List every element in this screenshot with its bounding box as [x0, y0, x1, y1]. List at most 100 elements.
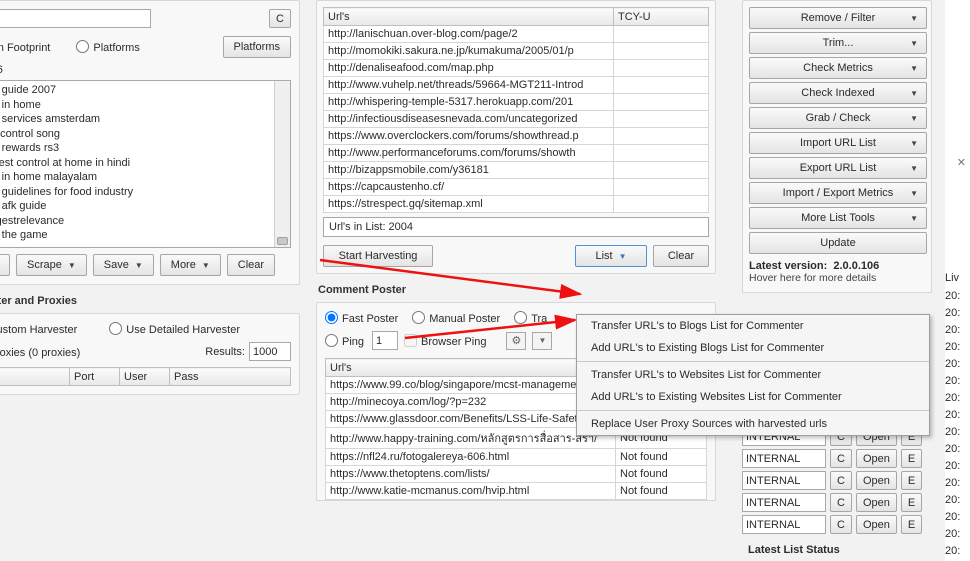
- results-input[interactable]: [249, 342, 291, 361]
- table-row[interactable]: http://infectiousdiseasesnevada.com/unca…: [324, 111, 709, 128]
- urls-table[interactable]: Url's TCY-U http://lanischuan.over-blog.…: [323, 7, 709, 213]
- keyword-item[interactable]: st control afk guide: [0, 199, 286, 214]
- use-proxies-radio[interactable]: Use Proxies (0 proxies): [0, 345, 80, 359]
- table-row[interactable]: http://www.performanceforums.com/forums/…: [324, 145, 709, 162]
- right-button-9[interactable]: Update: [749, 232, 927, 254]
- clear-urls-button[interactable]: Clear: [653, 245, 709, 267]
- platforms-radio[interactable]: Platforms: [76, 40, 139, 54]
- latest-version-label: Latest version: 2.0.0.106: [749, 260, 879, 272]
- ping-value-input[interactable]: [372, 331, 398, 350]
- platforms-button[interactable]: Platforms: [223, 36, 291, 58]
- right-button-2[interactable]: Check Metrics▼: [749, 57, 927, 79]
- table-row[interactable]: http://bizappsmobile.com/y36181: [324, 162, 709, 179]
- fast-poster-radio[interactable]: Fast Poster: [325, 311, 398, 325]
- keywords-list[interactable]: st control guide 2007st control in homes…: [0, 80, 291, 248]
- clear-keywords-button[interactable]: Clear: [227, 254, 275, 276]
- internal-e-button[interactable]: E: [901, 515, 922, 534]
- more-button[interactable]: More▼: [160, 254, 221, 276]
- proxy-table[interactable]: IP Port User Pass: [0, 367, 291, 386]
- internal-open-button[interactable]: Open: [856, 449, 897, 468]
- hover-details[interactable]: Hover here for more details: [749, 272, 876, 284]
- strip-row: 20:: [945, 290, 960, 302]
- internal-c-button[interactable]: C: [830, 471, 852, 490]
- table-row[interactable]: http://denaliseafood.com/map.php: [324, 60, 709, 77]
- table-row[interactable]: http://lanischuan.over-blog.com/page/2: [324, 26, 709, 43]
- footprint-input[interactable]: [0, 9, 151, 28]
- menu-add-websites[interactable]: Add URL's to Existing Websites List for …: [577, 386, 929, 408]
- proxy-port-header[interactable]: Port: [70, 368, 120, 386]
- start-harvesting-button[interactable]: Start Harvesting: [323, 245, 433, 267]
- proxy-user-header[interactable]: User: [120, 368, 170, 386]
- urls-col-header[interactable]: Url's: [324, 8, 614, 26]
- keyword-item[interactable]: ogle:suggestrelevance: [0, 214, 286, 229]
- table-row[interactable]: https://www.overclockers.com/forums/show…: [324, 128, 709, 145]
- close-icon[interactable]: ✕: [957, 156, 966, 169]
- right-button-1[interactable]: Trim...▼: [749, 32, 927, 54]
- internal-field[interactable]: [742, 515, 826, 534]
- manual-poster-radio[interactable]: Manual Poster: [412, 311, 500, 325]
- ping-radio[interactable]: Ping: [325, 334, 364, 348]
- strip-row: 20:: [945, 460, 960, 472]
- scrape-button[interactable]: Scrape▼: [16, 254, 87, 276]
- internal-c-button[interactable]: C: [830, 493, 852, 512]
- internal-c-button[interactable]: C: [830, 449, 852, 468]
- keyword-item[interactable]: st control rewards rs3: [0, 141, 286, 156]
- menu-transfer-websites[interactable]: Transfer URL's to Websites List for Comm…: [577, 364, 929, 386]
- internal-open-button[interactable]: Open: [856, 515, 897, 534]
- internal-e-button[interactable]: E: [901, 493, 922, 512]
- table-row[interactable]: http://www.katie-mcmanus.com/hvip.htmlNo…: [326, 483, 707, 500]
- scrollbar[interactable]: [274, 81, 290, 247]
- trackback-radio[interactable]: Tra: [514, 311, 547, 325]
- use-detailed-harvester-radio[interactable]: Use Detailed Harvester: [109, 322, 240, 336]
- right-button-8[interactable]: More List Tools▼: [749, 207, 927, 229]
- use-custom-harvester-radio[interactable]: Use Custom Harvester: [0, 322, 77, 336]
- proxy-ip-header[interactable]: IP: [0, 368, 70, 386]
- right-button-7[interactable]: Import / Export Metrics▼: [749, 182, 927, 204]
- internal-open-button[interactable]: Open: [856, 493, 897, 512]
- table-row[interactable]: https://capcaustenho.cf/: [324, 179, 709, 196]
- keyword-item[interactable]: st control the game: [0, 228, 286, 243]
- internal-open-button[interactable]: Open: [856, 471, 897, 490]
- right-button-4[interactable]: Grab / Check▼: [749, 107, 927, 129]
- menu-separator: [577, 410, 929, 411]
- right-button-6[interactable]: Export URL List▼: [749, 157, 927, 179]
- table-row[interactable]: http://momokiki.sakura.ne.jp/kumakuma/20…: [324, 43, 709, 60]
- menu-replace-proxy[interactable]: Replace User Proxy Sources with harveste…: [577, 413, 929, 435]
- keyword-item[interactable]: st control in home: [0, 98, 286, 113]
- internal-e-button[interactable]: E: [901, 471, 922, 490]
- right-button-5[interactable]: Import URL List▼: [749, 132, 927, 154]
- tcyu-col-header[interactable]: TCY-U: [614, 8, 709, 26]
- custom-footprint-radio[interactable]: Custom Footprint: [0, 40, 50, 54]
- table-row[interactable]: http://www.vuhelp.net/threads/59664-MGT2…: [324, 77, 709, 94]
- strip-row: 20:: [945, 324, 960, 336]
- internal-field[interactable]: [742, 493, 826, 512]
- strip-row: 20:: [945, 307, 960, 319]
- keyword-item[interactable]: st control services amsterdam: [0, 112, 286, 127]
- keywords-count: words: 126: [0, 64, 291, 76]
- internal-field[interactable]: [742, 449, 826, 468]
- keyword-item[interactable]: st control guidelines for food industry: [0, 185, 286, 200]
- poster-urls-header[interactable]: Url's: [326, 359, 616, 377]
- keyword-item[interactable]: ok's pest control song: [0, 127, 286, 142]
- list-dropdown-button[interactable]: List▼: [575, 245, 647, 267]
- keyword-item[interactable]: st control in home malayalam: [0, 170, 286, 185]
- c-button[interactable]: C: [269, 9, 291, 28]
- internal-c-button[interactable]: C: [830, 515, 852, 534]
- keyword-item[interactable]: w to do pest control at home in hindi: [0, 156, 286, 171]
- table-row[interactable]: https://www.thetoptens.com/lists/Not fou…: [326, 466, 707, 483]
- right-button-0[interactable]: Remove / Filter▼: [749, 7, 927, 29]
- proxy-pass-header[interactable]: Pass: [170, 368, 291, 386]
- import-button[interactable]: nport▼: [0, 254, 10, 276]
- right-button-3[interactable]: Check Indexed▼: [749, 82, 927, 104]
- internal-field[interactable]: [742, 471, 826, 490]
- table-row[interactable]: https://nfl24.ru/fotogalereya-606.htmlNo…: [326, 449, 707, 466]
- table-row[interactable]: http://whispering-temple-5317.herokuapp.…: [324, 94, 709, 111]
- settings-icon[interactable]: ⚙: [506, 332, 526, 350]
- save-button[interactable]: Save▼: [93, 254, 154, 276]
- table-row[interactable]: https://strespect.gq/sitemap.xml: [324, 196, 709, 213]
- menu-transfer-blogs[interactable]: Transfer URL's to Blogs List for Comment…: [577, 315, 929, 337]
- internal-e-button[interactable]: E: [901, 449, 922, 468]
- keyword-item[interactable]: st control guide 2007: [0, 83, 286, 98]
- dropdown-icon[interactable]: ▼: [532, 332, 552, 350]
- menu-add-blogs[interactable]: Add URL's to Existing Blogs List for Com…: [577, 337, 929, 359]
